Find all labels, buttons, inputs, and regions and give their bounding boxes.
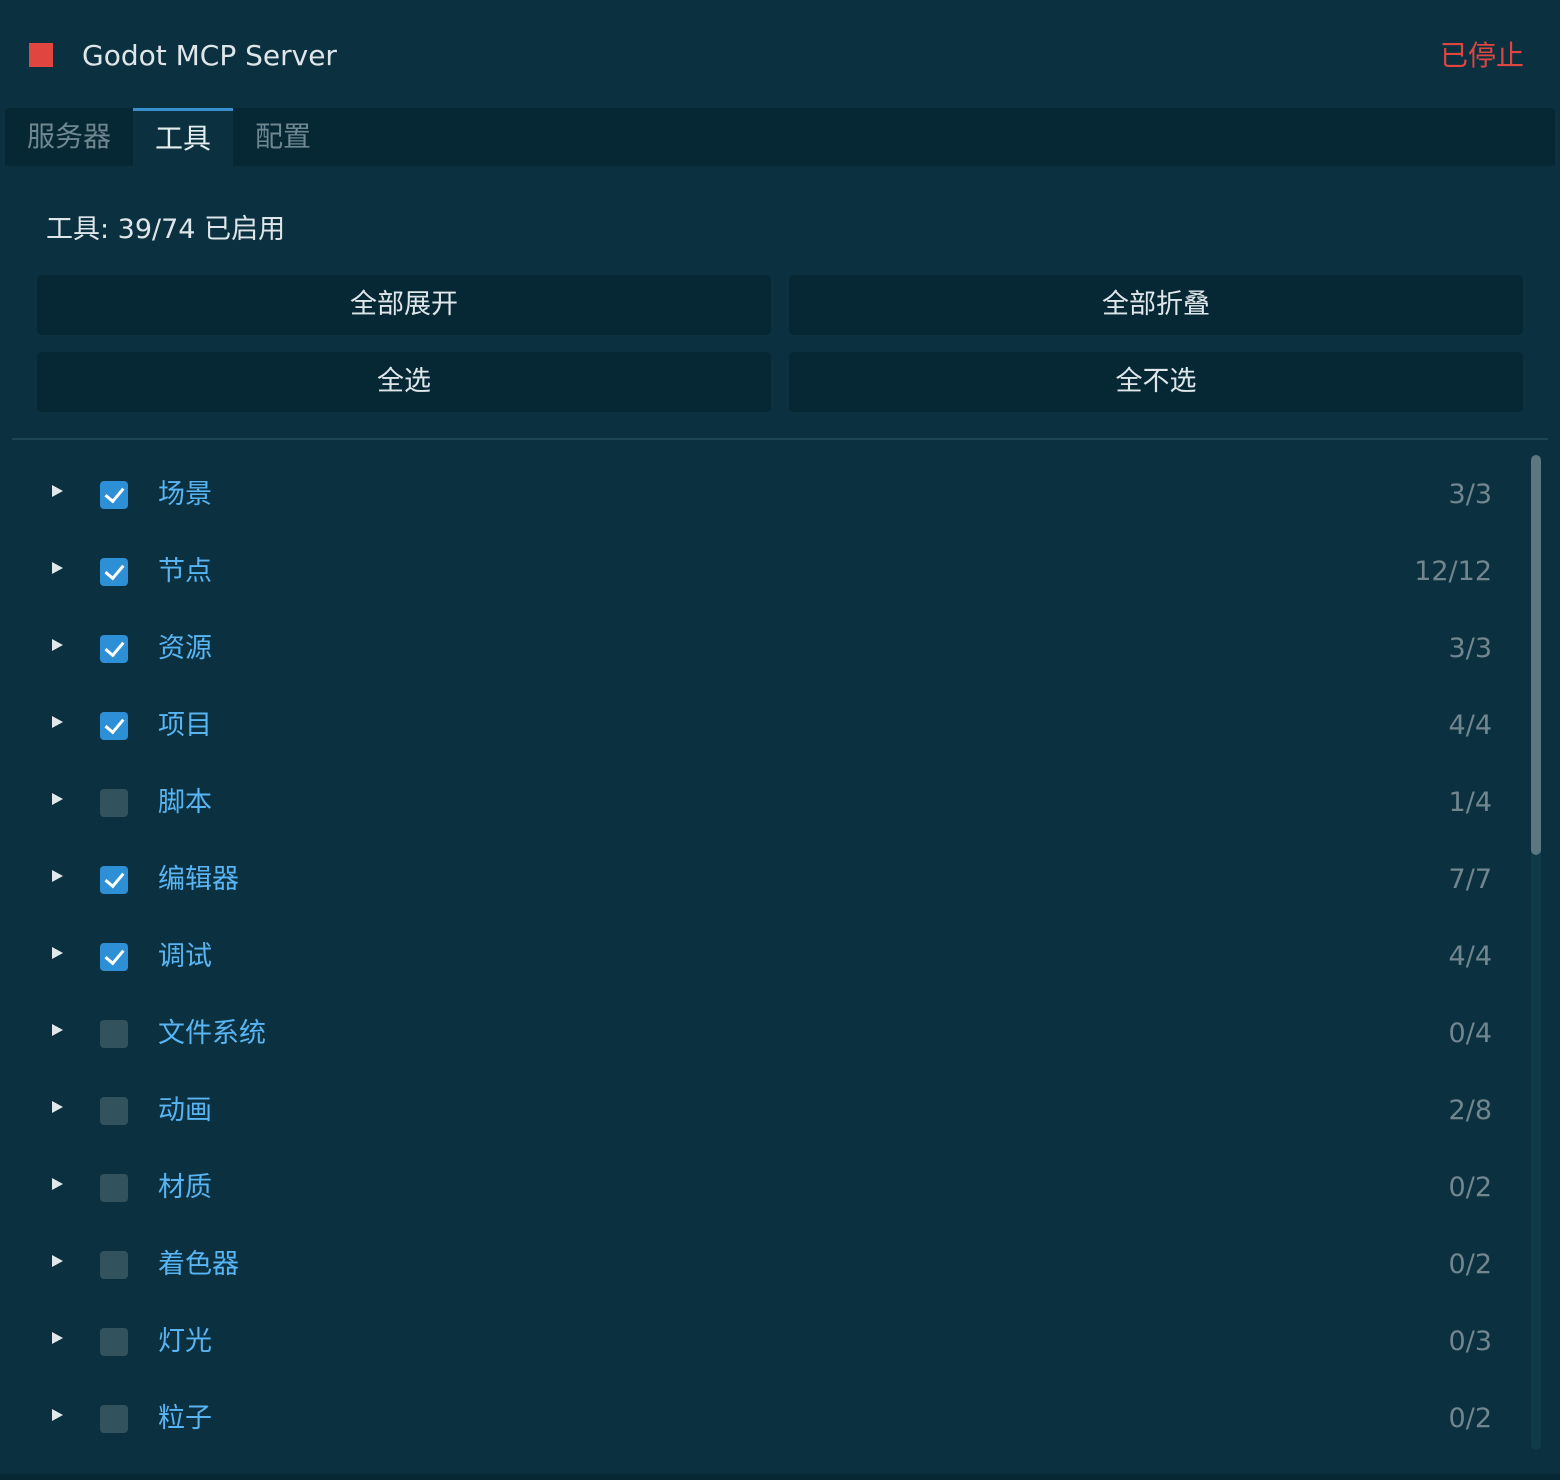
stop-square-icon — [29, 43, 53, 67]
category-count: 2/8 — [1448, 1095, 1492, 1126]
category-checkbox[interactable] — [100, 712, 128, 740]
category-row[interactable]: 材质 0/2 — [0, 1150, 1520, 1227]
category-checkbox[interactable] — [100, 1020, 128, 1048]
category-checkbox[interactable] — [100, 866, 128, 894]
expand-all-button[interactable]: 全部展开 — [37, 275, 771, 335]
panel-header: Godot MCP Server 已停止 — [0, 0, 1560, 108]
tab-config[interactable]: 配置 — [233, 108, 333, 166]
category-count: 3/3 — [1448, 633, 1492, 664]
category-row[interactable]: 调试 4/4 — [0, 919, 1520, 996]
scrollbar-thumb[interactable] — [1531, 455, 1541, 855]
tab-bar: 服务器 工具 配置 — [5, 108, 1555, 166]
category-checkbox[interactable] — [100, 943, 128, 971]
triangle-right-icon[interactable] — [52, 1332, 63, 1344]
category-row[interactable]: 动画 2/8 — [0, 1073, 1520, 1150]
category-count: 4/4 — [1448, 710, 1492, 741]
triangle-right-icon[interactable] — [52, 1024, 63, 1036]
triangle-right-icon[interactable] — [52, 639, 63, 651]
triangle-right-icon[interactable] — [52, 870, 63, 882]
category-label: 编辑器 — [158, 864, 239, 895]
category-row[interactable]: 着色器 0/2 — [0, 1227, 1520, 1304]
tab-tools[interactable]: 工具 — [133, 108, 233, 166]
checkmark-icon — [104, 482, 125, 504]
category-count: 0/4 — [1448, 1018, 1492, 1049]
checkmark-icon — [104, 636, 125, 658]
category-count: 7/7 — [1448, 864, 1492, 895]
tools-summary: 工具: 39/74 已启用 — [46, 214, 286, 245]
checkmark-icon — [104, 944, 125, 966]
category-count: 1/4 — [1448, 787, 1492, 818]
checkmark-icon — [104, 867, 125, 889]
category-count: 0/2 — [1448, 1249, 1492, 1280]
category-label: 调试 — [158, 941, 212, 972]
triangle-right-icon[interactable] — [52, 1255, 63, 1267]
category-label: 脚本 — [158, 787, 212, 818]
category-row[interactable]: 灯光 0/3 — [0, 1304, 1520, 1381]
category-checkbox[interactable] — [100, 789, 128, 817]
category-row[interactable]: 脚本 1/4 — [0, 765, 1520, 842]
category-label: 粒子 — [158, 1403, 212, 1434]
category-count: 0/3 — [1448, 1326, 1492, 1357]
category-label: 资源 — [158, 633, 212, 664]
category-label: 项目 — [158, 710, 212, 741]
category-list: 场景 3/3 节点 12/12 资源 3/3 项目 4/4 脚本 1/4 编辑器 7/7 调试 4/4 文件… — [0, 457, 1520, 1457]
category-label: 场景 — [158, 479, 212, 510]
category-checkbox[interactable] — [100, 481, 128, 509]
triangle-right-icon[interactable] — [52, 947, 63, 959]
collapse-all-button[interactable]: 全部折叠 — [789, 275, 1523, 335]
triangle-right-icon[interactable] — [52, 716, 63, 728]
category-label: 材质 — [158, 1172, 212, 1203]
category-label: 灯光 — [158, 1326, 212, 1357]
server-status: 已停止 — [1439, 39, 1524, 72]
category-label: 文件系统 — [158, 1018, 266, 1049]
triangle-right-icon[interactable] — [52, 562, 63, 574]
checkmark-icon — [104, 559, 125, 581]
divider — [12, 438, 1548, 440]
tab-server[interactable]: 服务器 — [5, 108, 133, 166]
category-count: 0/2 — [1448, 1172, 1492, 1203]
category-checkbox[interactable] — [100, 1097, 128, 1125]
category-count: 4/4 — [1448, 941, 1492, 972]
category-row[interactable]: 文件系统 0/4 — [0, 996, 1520, 1073]
category-checkbox[interactable] — [100, 1328, 128, 1356]
triangle-right-icon[interactable] — [52, 485, 63, 497]
category-label: 动画 — [158, 1095, 212, 1126]
select-none-button[interactable]: 全不选 — [789, 352, 1523, 412]
triangle-right-icon[interactable] — [52, 1101, 63, 1113]
category-row[interactable]: 粒子 0/2 — [0, 1381, 1520, 1457]
category-row[interactable]: 资源 3/3 — [0, 611, 1520, 688]
category-checkbox[interactable] — [100, 1405, 128, 1433]
category-row[interactable]: 场景 3/3 — [0, 457, 1520, 534]
category-label: 着色器 — [158, 1249, 239, 1280]
category-row[interactable]: 项目 4/4 — [0, 688, 1520, 765]
app-title: Godot MCP Server — [82, 39, 337, 72]
triangle-right-icon[interactable] — [52, 1409, 63, 1421]
select-all-button[interactable]: 全选 — [37, 352, 771, 412]
checkmark-icon — [104, 713, 125, 735]
category-checkbox[interactable] — [100, 1174, 128, 1202]
category-count: 12/12 — [1414, 556, 1492, 587]
category-count: 0/2 — [1448, 1403, 1492, 1434]
triangle-right-icon[interactable] — [52, 1178, 63, 1190]
category-label: 节点 — [158, 556, 212, 587]
category-row[interactable]: 节点 12/12 — [0, 534, 1520, 611]
bottom-edge — [0, 1474, 1560, 1480]
scrollbar[interactable] — [1531, 455, 1541, 1450]
triangle-right-icon[interactable] — [52, 793, 63, 805]
category-count: 3/3 — [1448, 479, 1492, 510]
category-checkbox[interactable] — [100, 635, 128, 663]
category-checkbox[interactable] — [100, 1251, 128, 1279]
mcp-panel: Godot MCP Server 已停止 服务器 工具 配置 工具: 39/74… — [0, 0, 1560, 1480]
category-row[interactable]: 编辑器 7/7 — [0, 842, 1520, 919]
category-checkbox[interactable] — [100, 558, 128, 586]
